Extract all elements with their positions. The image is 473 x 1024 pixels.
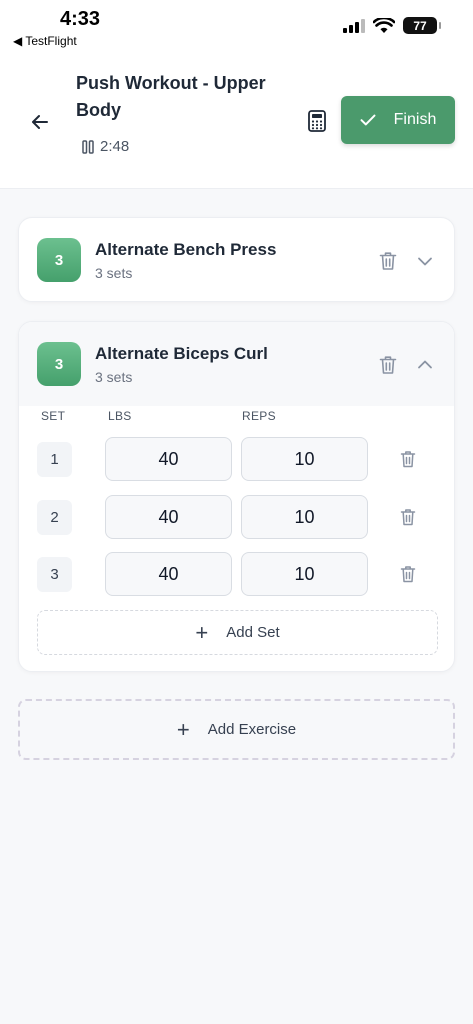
weight-input[interactable]: 40 <box>105 437 232 481</box>
reps-input[interactable]: 10 <box>241 437 368 481</box>
set-number: 2 <box>37 500 72 535</box>
delete-exercise-trash-icon[interactable] <box>379 251 397 271</box>
wifi-icon <box>373 17 395 33</box>
set-number: 3 <box>37 557 72 592</box>
column-header-reps: REPS <box>242 409 276 423</box>
weight-input[interactable]: 40 <box>105 552 232 596</box>
chevron-down-icon[interactable] <box>416 252 434 270</box>
calculator-icon[interactable] <box>307 110 327 132</box>
back-arrow-icon[interactable] <box>28 110 52 134</box>
plus-icon: + <box>176 716 190 742</box>
plus-icon: + <box>195 619 209 645</box>
workout-header: Push Workout - Upper Body 2:48 Finish <box>0 52 473 189</box>
exercise-set-count-badge: 3 <box>37 238 81 282</box>
set-number: 1 <box>37 442 72 477</box>
delete-set-trash-icon[interactable] <box>400 450 416 468</box>
workout-title: Push Workout - Upper Body <box>76 73 266 120</box>
column-header-set: SET <box>41 409 66 423</box>
finish-label: Finish <box>393 111 437 128</box>
chevron-up-icon[interactable] <box>416 356 434 374</box>
exercise-card-expanded: 3 Alternate Biceps Curl 3 sets SET LBS R… <box>18 321 455 672</box>
exercise-header[interactable]: 3 Alternate Bench Press 3 sets <box>19 218 454 303</box>
delete-set-trash-icon[interactable] <box>400 565 416 583</box>
set-row: 1 40 10 <box>19 437 454 481</box>
pause-icon[interactable] <box>82 139 94 154</box>
workout-timer[interactable]: 2:48 <box>82 138 129 155</box>
delete-set-trash-icon[interactable] <box>400 508 416 526</box>
exercise-card: 3 Alternate Bench Press 3 sets <box>18 217 455 302</box>
set-row: 3 40 10 <box>19 552 454 596</box>
column-header-weight: LBS <box>108 409 132 423</box>
add-set-label: Add Set <box>226 624 280 641</box>
exercise-set-count-badge: 3 <box>37 342 81 386</box>
reps-input[interactable]: 10 <box>241 552 368 596</box>
battery-indicator: 77 <box>403 17 441 34</box>
set-row: 2 40 10 <box>19 495 454 539</box>
reps-input[interactable]: 10 <box>241 495 368 539</box>
exercise-name: Alternate Biceps Curl <box>95 344 268 363</box>
back-to-testflight-link[interactable]: ◀ TestFlight <box>13 34 77 48</box>
add-exercise-label: Add Exercise <box>207 721 297 738</box>
exercise-sets-label: 3 sets <box>95 265 133 281</box>
delete-exercise-trash-icon[interactable] <box>379 355 397 375</box>
timer-value: 2:48 <box>100 138 130 155</box>
exercise-name: Alternate Bench Press <box>95 240 277 259</box>
status-time: 4:33 <box>60 8 101 30</box>
cellular-signal-icon <box>343 18 365 33</box>
finish-button[interactable]: Finish <box>341 96 455 144</box>
add-set-button[interactable]: + Add Set <box>37 610 438 655</box>
exercise-header[interactable]: 3 Alternate Biceps Curl 3 sets <box>19 322 454 406</box>
status-indicators: 77 <box>343 17 441 34</box>
status-bar: 4:33 ◀ TestFlight 77 <box>0 0 473 52</box>
weight-input[interactable]: 40 <box>105 495 232 539</box>
exercise-sets-label: 3 sets <box>95 369 133 385</box>
add-exercise-button[interactable]: + Add Exercise <box>18 699 455 760</box>
checkmark-icon <box>360 114 376 126</box>
